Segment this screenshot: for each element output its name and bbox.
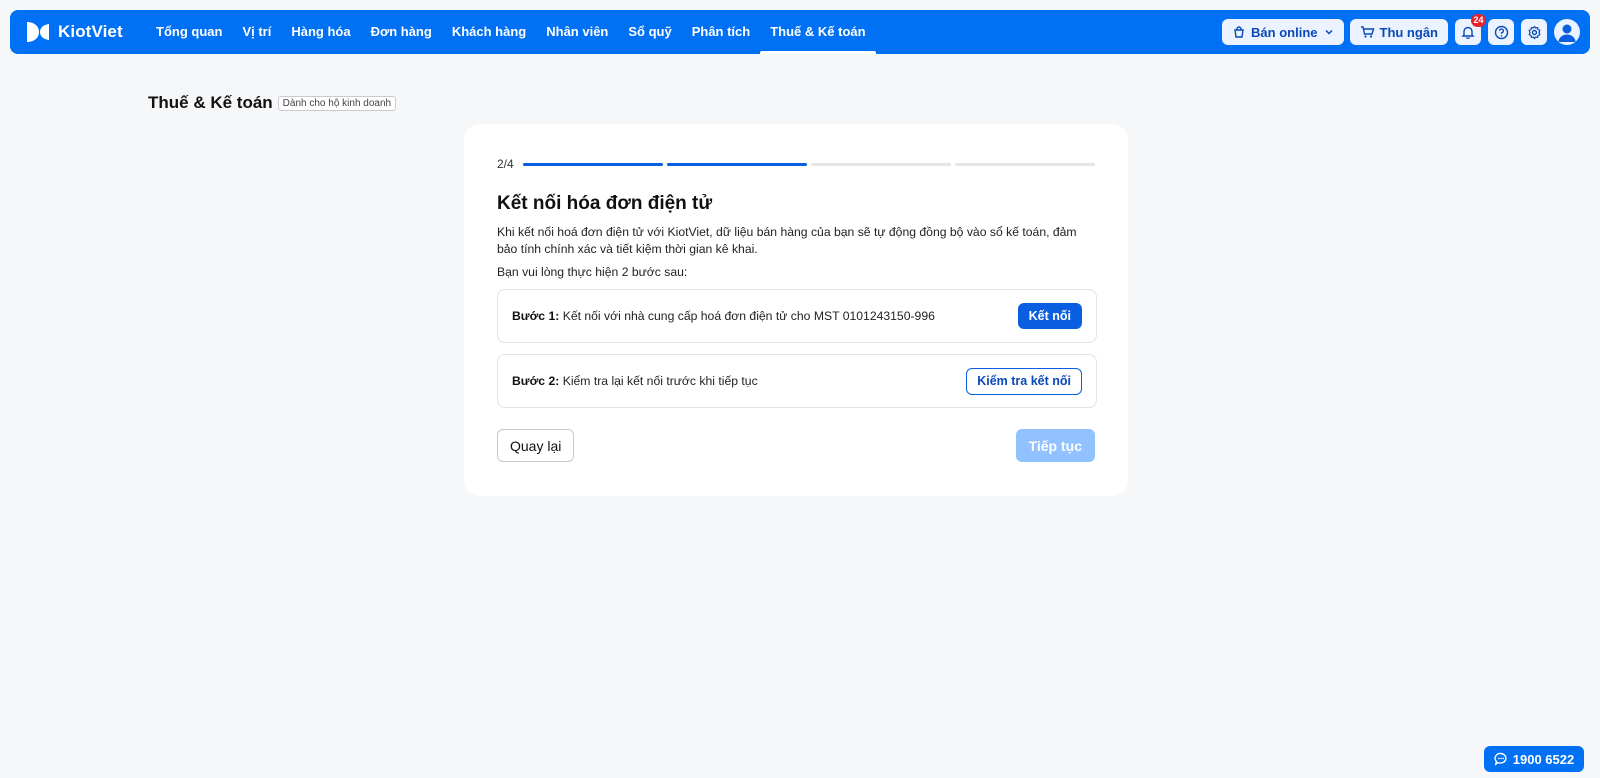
nav-item-products[interactable]: Hàng hóa xyxy=(281,10,360,54)
nav-item-employees[interactable]: Nhân viên xyxy=(536,10,618,54)
wizard-instruction: Bạn vui lòng thực hiện 2 bước sau: xyxy=(497,265,688,279)
progress-label: 2/4 xyxy=(497,157,514,171)
nav-item-tax-accounting[interactable]: Thuế & Kế toán xyxy=(760,10,876,54)
page-header: Thuế & Kế toán Dành cho hộ kinh doanh xyxy=(148,93,397,113)
page-title: Thuế & Kế toán xyxy=(148,93,273,112)
nav-item-overview[interactable]: Tổng quan xyxy=(146,10,232,54)
step-1-text: Bước 1: Kết nối với nhà cung cấp hoá đơn… xyxy=(512,309,935,323)
step-2-text: Bước 2: Kiểm tra lại kết nối trước khi t… xyxy=(512,374,758,388)
notifications-button[interactable]: 24 xyxy=(1455,14,1486,45)
help-button[interactable] xyxy=(1488,19,1514,45)
step-2-description: Kiểm tra lại kết nối trước khi tiếp tục xyxy=(562,374,758,388)
check-connection-button[interactable]: Kiểm tra kết nối xyxy=(966,367,1082,395)
chat-bubble-icon xyxy=(1494,752,1507,766)
step-2-box: Bước 2: Kiểm tra lại kết nối trước khi t… xyxy=(497,354,1097,408)
brand-name: KiotViet xyxy=(58,22,123,41)
sell-online-label: Bán online xyxy=(1251,24,1318,40)
back-button[interactable]: Quay lại xyxy=(497,429,575,462)
notification-count-badge: 24 xyxy=(1471,14,1486,27)
wizard-description: Khi kết nối hoá đơn điện tử với KiotViet… xyxy=(497,225,1077,256)
connect-button[interactable]: Kết nối xyxy=(1017,303,1082,329)
page-tag: Dành cho hộ kinh doanh xyxy=(277,95,397,111)
cashier-button[interactable]: Thu ngân xyxy=(1349,19,1448,45)
progress-segment xyxy=(523,162,663,166)
top-actions: Bán online Thu ngân 24 xyxy=(1216,14,1580,45)
hotline-number: 1900 6522 xyxy=(1512,751,1575,767)
hotline-button[interactable]: 1900 6522 xyxy=(1484,746,1584,772)
gear-icon xyxy=(1527,25,1541,39)
chevron-down-icon xyxy=(1324,29,1333,35)
kiotviet-logo-icon xyxy=(27,22,49,42)
top-navbar: KiotViet Tổng quan Vị trí Hàng hóa Đơn h… xyxy=(10,10,1590,54)
wizard-progress: 2/4 xyxy=(497,157,1099,171)
cashier-label: Thu ngân xyxy=(1379,24,1439,40)
wizard-card: 2/4 Kết nối hóa đơn điện tử Khi kết nối … xyxy=(464,124,1128,496)
sell-online-button[interactable]: Bán online xyxy=(1222,19,1344,45)
progress-segment xyxy=(667,162,807,166)
wizard-title: Kết nối hóa đơn điện tử xyxy=(497,193,713,214)
nav-item-analytics[interactable]: Phân tích xyxy=(682,10,761,54)
cart-icon xyxy=(1360,26,1374,38)
user-avatar-icon xyxy=(1558,24,1576,42)
help-icon xyxy=(1494,25,1508,39)
nav-item-orders[interactable]: Đơn hàng xyxy=(361,10,442,54)
brand-logo[interactable]: KiotViet xyxy=(24,18,142,46)
nav-item-location[interactable]: Vị trí xyxy=(232,10,281,54)
bell-icon xyxy=(1461,26,1475,39)
continue-button[interactable]: Tiếp tục xyxy=(1015,429,1095,462)
settings-button[interactable] xyxy=(1521,19,1547,45)
nav-item-customers[interactable]: Khách hàng xyxy=(442,10,536,54)
step-1-prefix: Bước 1: xyxy=(512,309,560,323)
step-1-box: Bước 1: Kết nối với nhà cung cấp hoá đơn… xyxy=(497,289,1097,343)
shop-bag-icon xyxy=(1234,26,1244,38)
user-avatar[interactable] xyxy=(1554,19,1580,45)
step-2-prefix: Bước 2: xyxy=(512,374,560,388)
nav-item-cashbook[interactable]: Sổ quỹ xyxy=(618,10,681,54)
progress-segment xyxy=(811,162,951,166)
progress-segment xyxy=(955,162,1095,166)
main-nav: Tổng quan Vị trí Hàng hóa Đơn hàng Khách… xyxy=(146,10,876,54)
step-1-description: Kết nối với nhà cung cấp hoá đơn điện tử… xyxy=(562,309,935,323)
